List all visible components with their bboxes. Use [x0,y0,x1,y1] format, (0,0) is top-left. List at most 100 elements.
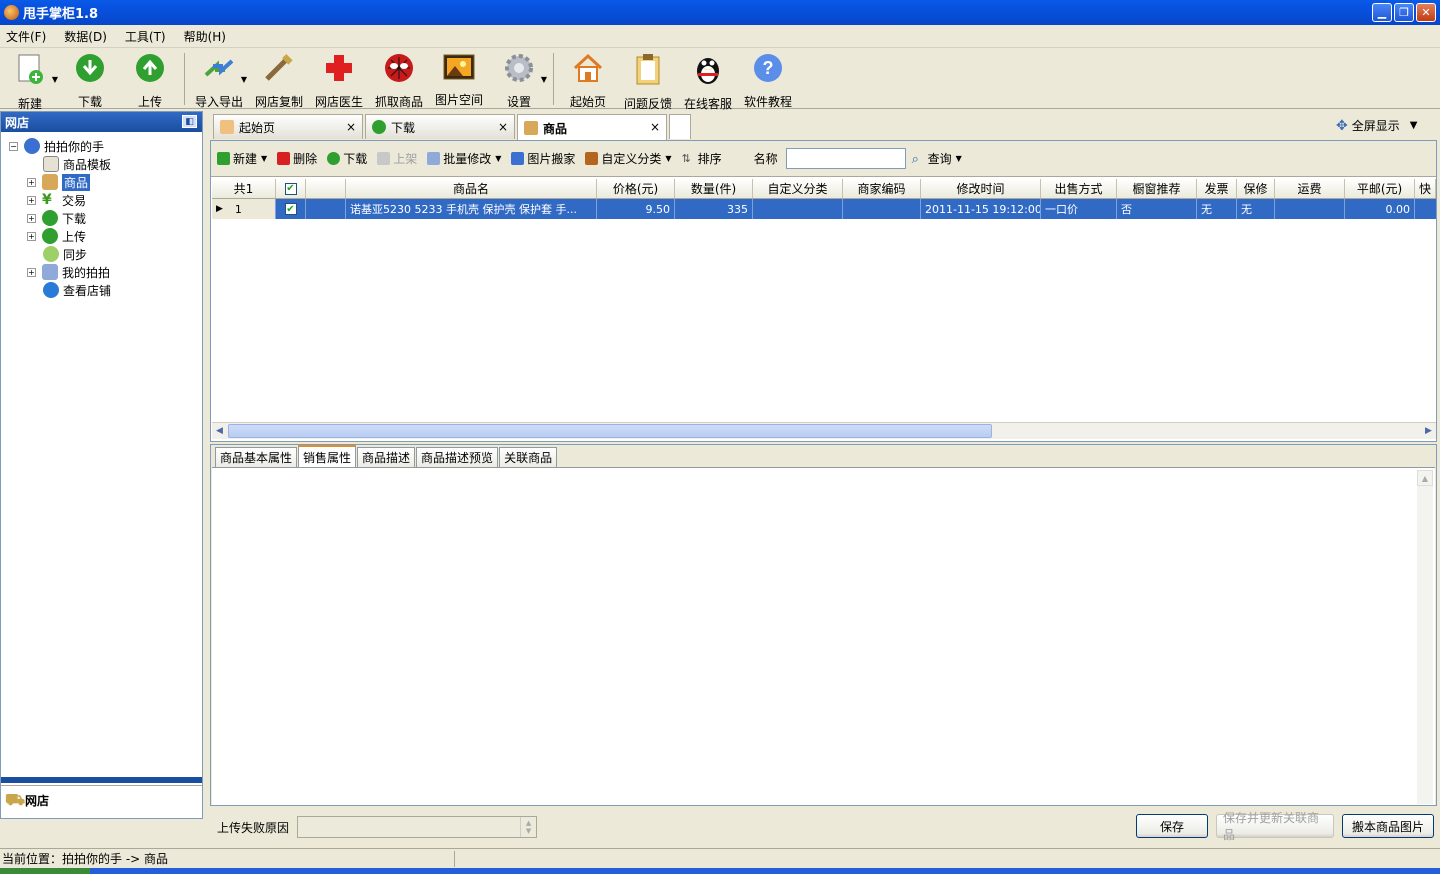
goods-download-button[interactable]: 下载 [327,150,367,167]
tab-download[interactable]: 下载 × [365,114,515,139]
header-invoice[interactable]: 发票 [1197,179,1237,198]
row-express [1415,199,1436,219]
upload-button[interactable]: 上传 [120,49,180,109]
tab-description[interactable]: 商品描述 [357,447,416,467]
settings-button[interactable]: 设置 ▼ [489,49,549,109]
goods-shelve-button[interactable]: 上架 [377,150,417,167]
status-location: 当前位置：拍拍你的手 -> 商品 [2,852,169,866]
header-modified[interactable]: 修改时间 [921,179,1041,198]
home-icon [572,53,604,83]
image-space-button[interactable]: 图片空间 [429,49,489,107]
fullscreen-button[interactable]: ✥ 全屏显示 ▼ [1336,117,1417,134]
expand-icon[interactable]: + [27,177,36,187]
tutorial-button[interactable]: ? 软件教程 [738,49,798,109]
sidebar-footer-shop[interactable]: ⛟ 网店 [1,785,202,815]
header-express[interactable]: 快 [1415,179,1436,198]
custom-category-button[interactable]: 自定义分类 ▼ [585,150,672,167]
name-search-input[interactable] [785,148,906,169]
import-export-button[interactable]: 导入导出 ▼ [189,49,249,109]
home-button[interactable]: 起始页 [558,49,618,109]
move-images-button[interactable]: 搬本商品图片 [1342,814,1434,838]
header-sale-type[interactable]: 出售方式 [1041,179,1117,198]
goods-delete-button[interactable]: 删除 [277,150,317,167]
tab-basic-attributes[interactable]: 商品基本属性 [215,447,298,467]
new-button[interactable]: 新建 ▼ [0,49,60,111]
header-price[interactable]: 价格(元) [597,179,675,198]
tree-root[interactable]: − 拍拍你的手 [9,137,104,155]
image-icon [511,152,525,165]
grab-items-button[interactable]: 抓取商品 [369,49,429,109]
sort-button[interactable]: ⇅ 排序 [682,150,722,167]
header-custom-category[interactable]: 自定义分类 [753,179,843,198]
tree-item-trade[interactable]: + ¥ 交易 [27,191,86,209]
shop-copy-button[interactable]: 网店复制 [249,49,309,109]
tree-item-template[interactable]: 商品模板 [43,155,111,173]
row-checkbox[interactable]: ✔ [276,199,306,219]
image-move-button[interactable]: 图片搬家 [511,150,575,167]
header-window[interactable]: 橱窗推荐 [1117,179,1197,198]
expand-icon[interactable]: + [27,213,36,223]
tab-goods[interactable]: 商品 × [517,114,667,141]
detail-tabs: 商品基本属性 销售属性 商品描述 商品描述预览 关联商品 [215,445,558,467]
goods-panel: 新建 ▼ 删除 下载 上架 批量修改 ▼ 图片搬家 自定义分类 ▼ ⇅ 排序 名称 ⌕ 查… [210,140,1437,442]
save-update-related-button[interactable]: 保存并更新关联商品 [1216,811,1334,842]
select-all-checkbox[interactable]: ✔ [276,179,306,198]
header-mail-fee[interactable]: 平邮(元) [1345,179,1415,198]
tab-sale-attributes[interactable]: 销售属性 [298,445,357,467]
tree-item-goods[interactable]: + 商品 [27,173,91,191]
tab-related-items[interactable]: 关联商品 [499,447,558,467]
close-icon[interactable]: × [498,120,508,134]
header-code[interactable]: 商家编码 [843,179,921,198]
expand-icon[interactable]: + [27,195,36,205]
scroll-thumb[interactable] [228,424,992,438]
header-warranty[interactable]: 保修 [1237,179,1275,198]
batch-edit-button[interactable]: 批量修改 ▼ [427,150,501,167]
close-button[interactable]: ✕ [1416,3,1436,22]
tree-item-download[interactable]: + 下载 [27,209,86,227]
collapse-icon[interactable]: − [9,141,18,151]
tab-description-preview[interactable]: 商品描述预览 [416,447,499,467]
scroll-left-icon[interactable]: ◀ [212,424,227,438]
goods-table: 共1 ✔ 商品名 价格(元) 数量(件) 自定义分类 商家编码 修改时间 出售方… [212,179,1436,429]
header-qty[interactable]: 数量(件) [675,179,753,198]
expand-icon[interactable]: + [27,267,36,277]
goods-new-button[interactable]: 新建 ▼ [217,150,267,167]
tree-item-upload[interactable]: + 上传 [27,227,86,245]
qq-penguin-icon [692,53,724,85]
header-shipping[interactable]: 运费 [1275,179,1345,198]
header-name[interactable]: 商品名 [346,179,597,198]
home-icon [220,120,234,134]
tree-item-sync[interactable]: 同步 [43,245,87,263]
tree-item-view-shop[interactable]: 查看店铺 [43,281,111,299]
expand-icon[interactable]: + [27,231,36,241]
chevron-down-icon[interactable]: ▼ [1410,120,1418,131]
pin-icon[interactable]: ◧ [182,115,197,128]
online-service-button[interactable]: 在线客服 [678,49,738,111]
horizontal-scrollbar[interactable]: ◀ ▶ [212,422,1436,439]
menu-data[interactable]: 数据(D) [64,28,107,45]
scroll-up-icon[interactable]: ▲ [1417,470,1433,486]
restore-button[interactable]: ❐ [1394,3,1414,22]
vertical-scrollbar[interactable]: ▲ [1417,470,1433,804]
detail-content: ▲ [212,467,1435,805]
shop-doctor-button[interactable]: 网店医生 [309,49,369,109]
menu-help[interactable]: 帮助(H) [184,28,226,45]
minimize-button[interactable]: ▁ [1372,3,1392,22]
row-modified: 2011-11-15 19:12:00 [921,199,1041,219]
medical-cross-icon [323,53,355,83]
sidebar-splitter[interactable] [1,777,202,783]
close-icon[interactable]: × [650,120,660,134]
download-button[interactable]: 下载 [60,49,120,109]
menu-file[interactable]: 文件(F) [6,28,46,45]
scroll-right-icon[interactable]: ▶ [1421,424,1436,438]
menu-tools[interactable]: 工具(T) [125,28,166,45]
tab-new[interactable] [669,114,691,139]
tab-home[interactable]: 起始页 × [213,114,363,139]
table-row[interactable]: ▶ 1 ✔ 诺基亚5230 5233 手机壳 保护壳 保护套 手... 9.50 … [212,199,1436,219]
row-invoice: 无 [1197,199,1237,219]
search-button[interactable]: ⌕ 查询 ▼ [912,150,962,167]
close-icon[interactable]: × [346,120,356,134]
save-button[interactable]: 保存 [1136,814,1208,838]
feedback-button[interactable]: 问题反馈 [618,49,678,111]
tree-item-my-paipai[interactable]: + 我的拍拍 [27,263,110,281]
